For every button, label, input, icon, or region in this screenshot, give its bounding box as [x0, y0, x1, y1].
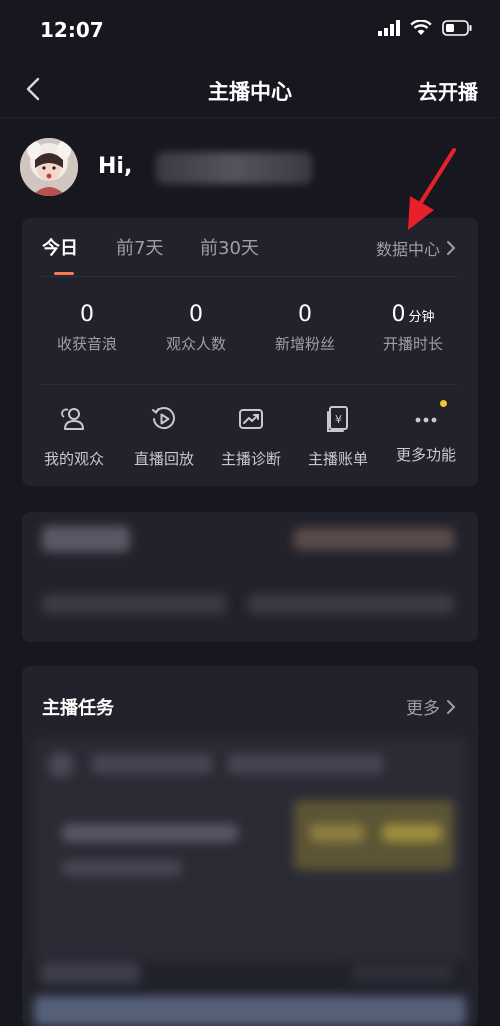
audience-icon — [61, 408, 84, 430]
tool-my-audience[interactable]: 我的观众 — [28, 404, 120, 469]
tabs-divider — [42, 276, 458, 277]
blurred-block — [352, 964, 452, 982]
tool-more-features[interactable]: 更多功能 — [380, 400, 472, 465]
blurred-info-card — [22, 512, 478, 642]
stat-label: 开播时长 — [382, 335, 443, 353]
stat-label: 观众人数 — [165, 335, 226, 353]
tool-label: 主播诊断 — [220, 450, 281, 468]
tasks-more-link[interactable]: 更多 — [406, 694, 456, 719]
greeting-text: Hi, — [98, 154, 133, 179]
more-icon — [415, 417, 437, 423]
status-time: 12:07 — [40, 18, 104, 42]
stats-card: 今日 前7天 前30天 数据中心 0 收获音浪 0 观众人数 0 新增粉丝 0分… — [22, 218, 478, 486]
nav-divider — [0, 117, 500, 118]
avatar[interactable] — [20, 138, 78, 196]
stats-divider — [42, 384, 458, 385]
blurred-block — [310, 824, 364, 842]
blurred-block — [48, 752, 74, 778]
data-center-link[interactable]: 数据中心 — [376, 236, 456, 260]
stat-new-fans: 0 新增粉丝 — [248, 302, 362, 354]
tab-7-days[interactable]: 前7天 — [116, 234, 163, 260]
data-center-label: 数据中心 — [375, 240, 440, 259]
stat-value: 0 — [189, 302, 203, 327]
stat-unit: 分钟 — [408, 310, 435, 325]
bill-icon: ¥ — [327, 406, 348, 432]
tab-today[interactable]: 今日 — [42, 234, 78, 260]
replay-icon — [152, 407, 175, 430]
chevron-right-icon — [447, 241, 456, 255]
blurred-block — [92, 754, 212, 774]
chevron-right-icon — [447, 699, 456, 714]
tool-label: 更多功能 — [395, 446, 456, 464]
stat-label: 收获音浪 — [56, 335, 117, 353]
tool-label: 主播账单 — [307, 450, 368, 468]
more-icon-wrapper — [411, 400, 447, 434]
diagnosis-icon — [239, 409, 263, 429]
blurred-block — [228, 754, 384, 774]
blurred-username — [156, 152, 312, 184]
battery-icon — [442, 20, 472, 36]
blurred-block — [62, 860, 182, 876]
tool-live-replay[interactable]: 直播回放 — [118, 404, 210, 469]
tasks-title: 主播任务 — [42, 698, 114, 719]
stat-label: 新增粉丝 — [274, 335, 335, 353]
blurred-block — [40, 962, 140, 984]
notification-dot — [440, 400, 447, 407]
tool-label: 直播回放 — [133, 450, 194, 468]
status-bar: 12:07 — [0, 0, 500, 62]
go-live-button[interactable]: 去开播 — [418, 76, 478, 105]
blurred-block — [294, 528, 454, 550]
tool-bill[interactable]: ¥ 主播账单 — [292, 404, 384, 469]
wifi-icon — [410, 20, 432, 35]
blurred-block — [382, 824, 442, 842]
annotation-arrow-icon — [408, 148, 456, 230]
blurred-block — [62, 824, 238, 842]
blurred-block — [42, 594, 226, 614]
tool-diagnosis[interactable]: 主播诊断 — [205, 404, 297, 469]
tasks-more-label: 更多 — [406, 699, 440, 719]
status-icons — [378, 20, 472, 36]
avatar-image — [20, 138, 78, 196]
blurred-block — [42, 526, 130, 552]
stat-value: 0 — [391, 302, 406, 327]
stat-value: 0 — [80, 302, 94, 327]
stat-viewers: 0 观众人数 — [139, 302, 253, 354]
navigation-bar: 主播中心 去开播 — [0, 62, 500, 118]
cellular-signal-icon — [378, 20, 400, 36]
svg-text:¥: ¥ — [335, 413, 342, 426]
stat-income: 0 收获音浪 — [30, 302, 144, 354]
tool-label: 我的观众 — [43, 450, 104, 468]
stat-value: 0 — [298, 302, 312, 327]
active-tab-indicator — [54, 272, 74, 275]
stat-live-duration: 0 分钟 开播时长 — [356, 302, 470, 354]
blurred-block — [34, 996, 466, 1026]
tab-30-days[interactable]: 前30天 — [200, 234, 259, 260]
blurred-block — [248, 594, 454, 614]
host-tasks-card: 主播任务 更多 — [22, 666, 478, 1026]
